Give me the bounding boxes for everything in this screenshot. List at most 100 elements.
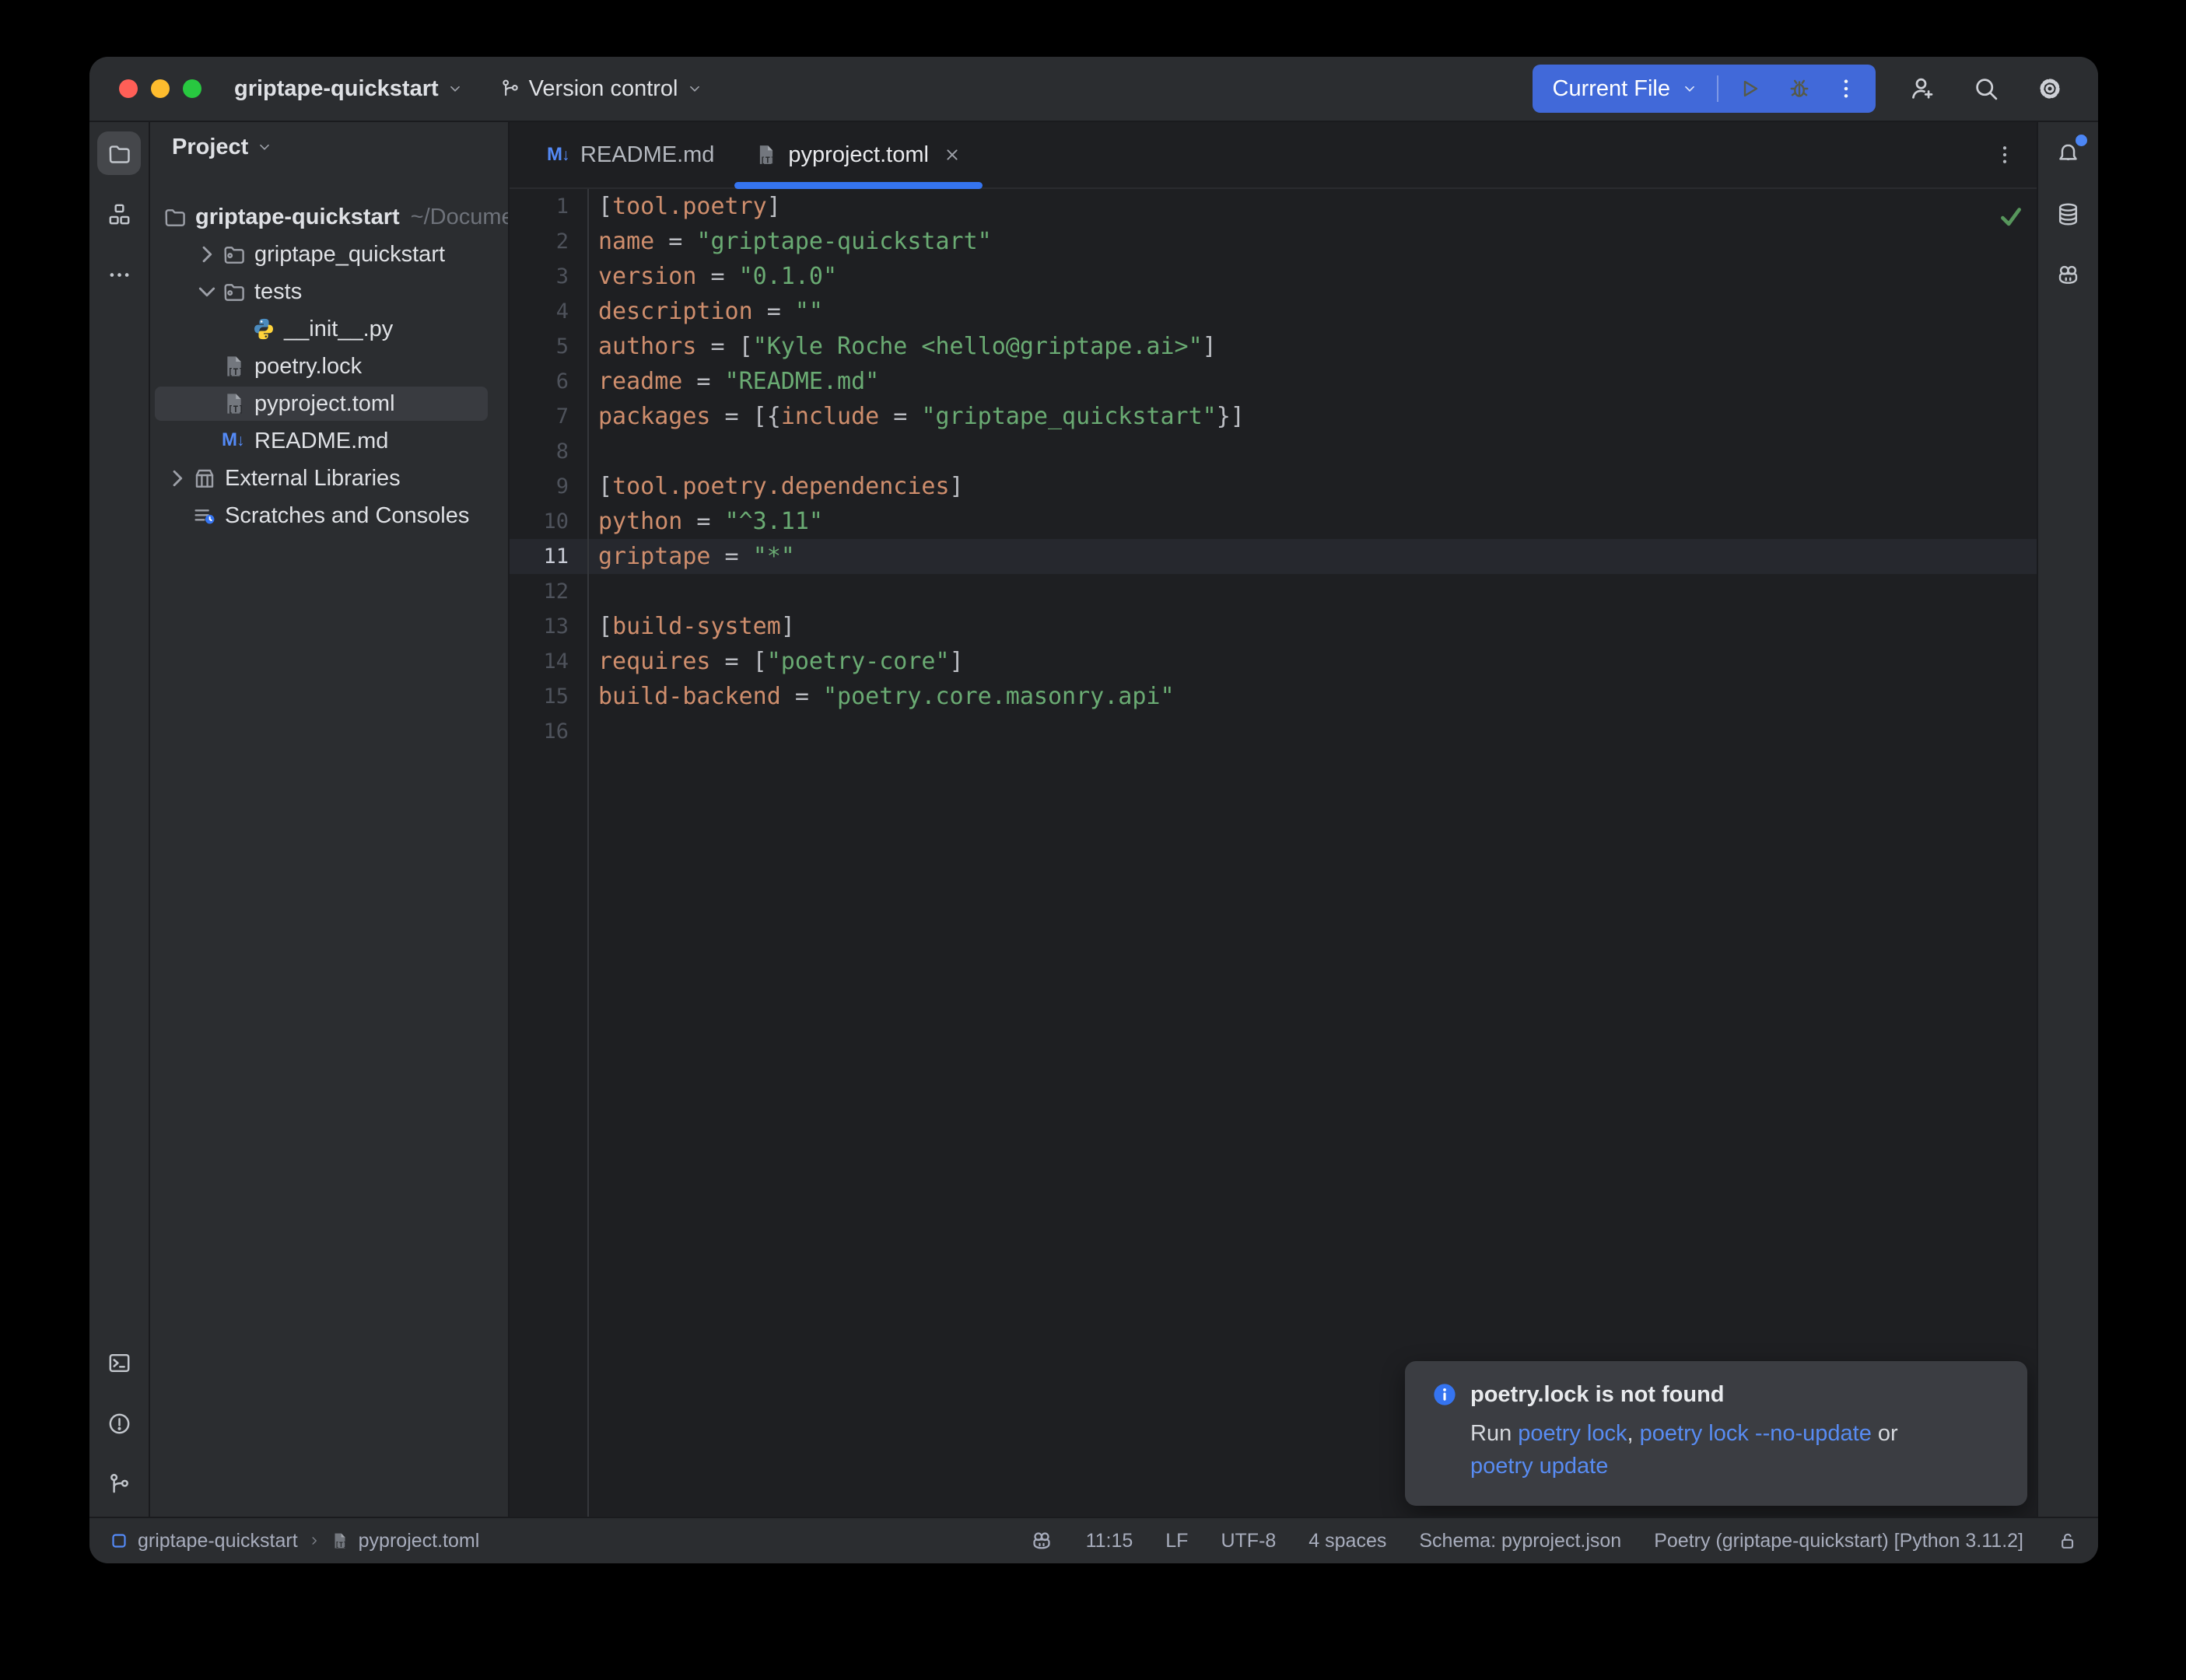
tree-item-path: ~/Docume	[411, 205, 510, 230]
tree-item-griptape-quickstart[interactable]: griptape-quickstart ~/Docume	[150, 198, 508, 236]
close-window-button[interactable]	[119, 79, 138, 98]
run-button[interactable]	[1737, 76, 1762, 101]
code-line-15[interactable]: 15build-backend = "poetry.core.masonry.a…	[510, 679, 2037, 714]
tab-readme-md[interactable]: M↓README.md	[527, 122, 734, 187]
markdown-icon: M↓	[222, 429, 247, 453]
code-line-14[interactable]: 14requires = ["poetry-core"]	[510, 644, 2037, 679]
tab-label: README.md	[580, 142, 714, 168]
tree-item-scratches-and-consoles[interactable]: Scratches and Consoles	[150, 497, 508, 534]
code-line-3[interactable]: 3version = "0.1.0"	[510, 259, 2037, 294]
tree-item-pyproject-toml[interactable]: [T] pyproject.toml	[150, 385, 508, 422]
tree-item-label: README.md	[254, 429, 388, 454]
code-line-10[interactable]: 10python = "^3.11"	[510, 504, 2037, 539]
chevron-down-icon[interactable]	[192, 282, 222, 301]
tree-item-external-libraries[interactable]: External Libraries	[150, 460, 508, 497]
chevron-right-icon[interactable]	[192, 245, 222, 264]
notifications-button[interactable]	[2047, 131, 2090, 175]
line-number: 6	[510, 369, 587, 394]
line-number: 10	[510, 509, 587, 534]
code-line-8[interactable]: 8	[510, 434, 2037, 469]
notification-action-link[interactable]: poetry update	[1470, 1454, 1608, 1479]
tree-item-label: pyproject.toml	[254, 391, 395, 417]
status-item-4-spaces[interactable]: 4 spaces	[1308, 1530, 1386, 1552]
problems-tool-button[interactable]	[97, 1402, 141, 1445]
scratches-icon	[192, 503, 217, 528]
code-line-7[interactable]: 7packages = [{include = "griptape_quicks…	[510, 399, 2037, 434]
more-run-options-button[interactable]	[1834, 76, 1858, 101]
code-editor[interactable]: 1[tool.poetry]2name = "griptape-quicksta…	[510, 189, 2037, 1517]
tab-pyproject-toml[interactable]: [T]pyproject.toml	[734, 122, 983, 187]
status-item-11-15[interactable]: 11:15	[1086, 1530, 1133, 1552]
toml-file-icon: [T]	[755, 143, 778, 166]
more-tools-button[interactable]	[97, 253, 141, 296]
code-text: build-backend = "poetry.core.masonry.api…	[587, 683, 1175, 710]
tree-item-poetry-lock[interactable]: [T]poetry.lock	[150, 348, 508, 385]
tree-item-label: griptape-quickstart	[195, 205, 400, 230]
status-item-lf[interactable]: LF	[1165, 1530, 1188, 1552]
project-selector[interactable]: griptape-quickstart	[234, 76, 464, 102]
notification-action-link[interactable]: poetry lock --no-update	[1640, 1421, 1872, 1446]
editor-tab-bar: M↓README.md[T]pyproject.toml	[510, 122, 2037, 189]
settings-button[interactable]	[2036, 75, 2064, 103]
status-item-poetry-griptape-quickstart-python-3-11-2[interactable]: Poetry (griptape-quickstart) [Python 3.1…	[1654, 1530, 2023, 1552]
info-icon	[1431, 1381, 1458, 1408]
code-line-11[interactable]: 11griptape = "*"	[510, 539, 2037, 574]
chevron-down-icon	[1681, 80, 1698, 97]
project-panel-header[interactable]: Project	[150, 122, 508, 172]
code-line-4[interactable]: 4description = ""	[510, 294, 2037, 329]
status-item-utf-8[interactable]: UTF-8	[1221, 1530, 1276, 1552]
tree-item-griptape-quickstart[interactable]: griptape_quickstart	[150, 236, 508, 273]
chevron-right-icon[interactable]	[163, 469, 192, 488]
chevron-slot	[192, 357, 222, 376]
project-tool-button[interactable]	[97, 131, 141, 175]
code-line-12[interactable]: 12	[510, 574, 2037, 609]
notification-action-link[interactable]: poetry lock	[1518, 1421, 1627, 1446]
tree-item-init-py[interactable]: __init__.py	[150, 310, 508, 348]
ai-assistant-tool-button[interactable]	[2047, 253, 2090, 296]
tree-item-label: __init__.py	[284, 317, 393, 342]
breadcrumb-griptape-quickstart[interactable]: griptape-quickstart	[138, 1530, 298, 1552]
close-tab-icon[interactable]	[942, 145, 962, 165]
tab-options-button[interactable]	[1993, 143, 2016, 166]
code-text: python = "^3.11"	[587, 508, 823, 535]
chevron-slot	[222, 320, 251, 338]
chevron-slot	[192, 432, 222, 450]
code-line-9[interactable]: 9[tool.poetry.dependencies]	[510, 469, 2037, 504]
chevron-down-icon	[256, 138, 273, 156]
breadcrumb-pyproject-toml[interactable]: pyproject.toml	[359, 1530, 480, 1552]
inspections-ok-icon[interactable]	[1998, 203, 2024, 229]
tree-item-tests[interactable]: tests	[150, 273, 508, 310]
structure-tool-button[interactable]	[97, 192, 141, 236]
line-number: 3	[510, 264, 587, 289]
debug-button[interactable]	[1787, 76, 1812, 101]
copilot-icon[interactable]	[1030, 1529, 1053, 1552]
tree-item-readme-md[interactable]: M↓ README.md	[150, 422, 508, 460]
package-folder-icon	[222, 279, 247, 304]
version-control-tool-button[interactable]	[97, 1462, 141, 1506]
code-line-13[interactable]: 13[build-system]	[510, 609, 2037, 644]
code-line-16[interactable]: 16	[510, 714, 2037, 749]
search-everywhere-button[interactable]	[1972, 75, 2000, 103]
vcs-widget[interactable]: Version control	[499, 76, 703, 102]
run-configuration-selector[interactable]: Current File	[1553, 76, 1671, 102]
status-bar: griptape-quickstart[T]pyproject.toml 11:…	[89, 1517, 2098, 1563]
terminal-icon	[107, 1350, 132, 1376]
titlebar-actions	[1908, 75, 2064, 103]
terminal-tool-button[interactable]	[97, 1341, 141, 1384]
toml-file-icon: [T]	[222, 391, 247, 416]
code-line-6[interactable]: 6readme = "README.md"	[510, 364, 2037, 399]
notification-body: Run poetry lock, poetry lock --no-update…	[1470, 1417, 1937, 1482]
zoom-window-button[interactable]	[183, 79, 201, 98]
code-with-me-button[interactable]	[1908, 75, 1936, 103]
code-line-1[interactable]: 1[tool.poetry]	[510, 189, 2037, 224]
database-icon	[2055, 201, 2081, 227]
database-tool-button[interactable]	[2047, 192, 2090, 236]
code-line-2[interactable]: 2name = "griptape-quickstart"	[510, 224, 2037, 259]
notification-title: poetry.lock is not found	[1470, 1382, 1725, 1408]
code-line-5[interactable]: 5authors = ["Kyle Roche <hello@griptape.…	[510, 329, 2037, 364]
status-item-schema-pyproject-json[interactable]: Schema: pyproject.json	[1419, 1530, 1621, 1552]
lock-open-icon[interactable]	[2056, 1530, 2078, 1552]
project-square-icon	[110, 1531, 128, 1550]
minimize-window-button[interactable]	[151, 79, 170, 98]
git-branch-icon	[499, 78, 521, 100]
